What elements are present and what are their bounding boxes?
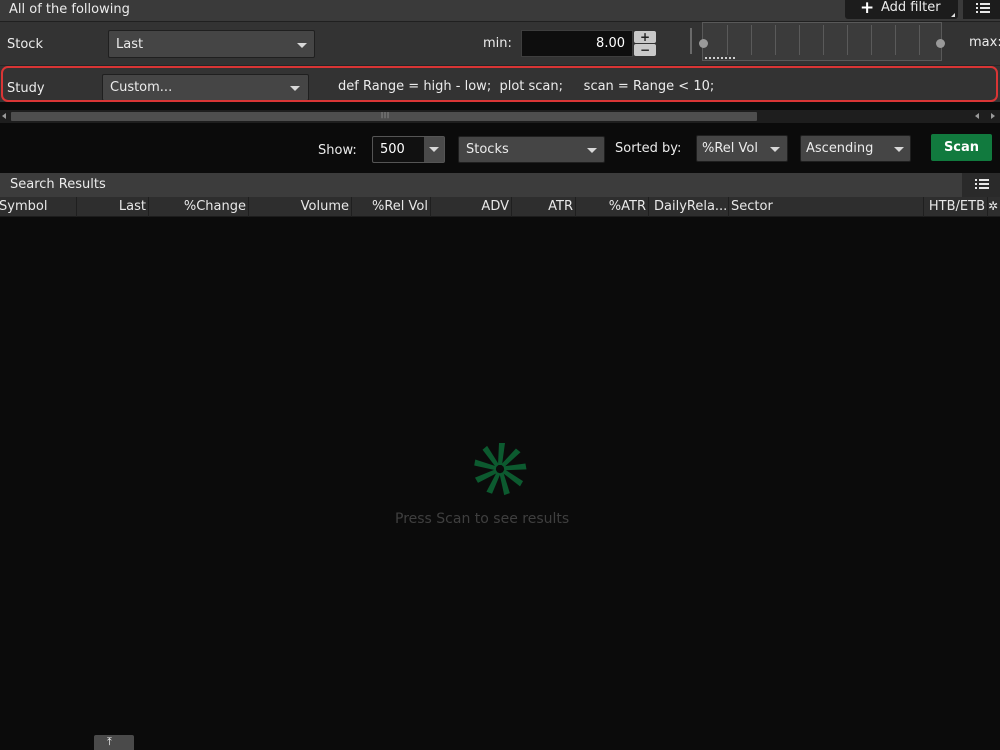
stock-filter-row: Stock Last min: 8.00 + − max: — [0, 22, 1000, 66]
column-header-adv[interactable]: ADV — [431, 197, 512, 217]
show-count-dropdown-button[interactable] — [424, 137, 444, 162]
filter-menu-button[interactable] — [963, 0, 1000, 19]
menu-icon — [975, 179, 989, 190]
sort-order-value: Ascending — [806, 141, 874, 156]
horizontal-scrollbar[interactable]: ||| — [0, 110, 1000, 123]
chevron-down-icon — [429, 147, 439, 152]
menu-icon — [976, 3, 990, 14]
sort-field-dropdown[interactable]: %Rel Vol — [696, 135, 788, 162]
scroll-right-arrow-icon[interactable] — [991, 113, 995, 119]
show-label: Show: — [318, 143, 357, 158]
minus-icon: − — [639, 43, 651, 57]
empty-results-message: Press Scan to see results — [395, 511, 570, 527]
min-label: min: — [483, 36, 512, 51]
column-header-volume[interactable]: Volume — [249, 197, 352, 217]
column-header-rel-vol[interactable]: %Rel Vol — [352, 197, 431, 217]
min-slider-handle[interactable] — [699, 39, 708, 48]
chevron-down-icon — [587, 148, 597, 153]
dropdown-corner-icon — [951, 13, 955, 17]
range-slider[interactable] — [688, 22, 950, 66]
range-slider-track — [702, 22, 942, 61]
search-results-header: Search Results — [0, 173, 1000, 197]
column-header-daily-rel[interactable]: DailyRela... — [652, 197, 729, 217]
max-label: max: — [969, 35, 1000, 50]
add-filter-label: Add filter — [881, 0, 941, 15]
results-column-header: Symbol Last %Change Volume %Rel Vol ADV … — [0, 197, 1000, 217]
collapse-up-icon: ⤒ — [107, 735, 112, 748]
column-header-last[interactable]: Last — [77, 197, 149, 217]
stock-field-value: Last — [116, 37, 144, 52]
show-count-select[interactable]: 500 — [372, 136, 445, 163]
scan-button[interactable]: Scan — [931, 134, 992, 161]
slider-edge-mark — [690, 28, 692, 54]
slider-selection-marker — [705, 57, 735, 59]
stock-filter-label: Stock — [7, 37, 43, 52]
search-results-title: Search Results — [10, 177, 106, 192]
column-header-sector[interactable]: Sector — [729, 197, 924, 217]
column-header-symbol[interactable]: Symbol — [0, 197, 77, 217]
loading-spinner-icon — [474, 443, 527, 496]
add-filter-button[interactable]: + Add filter — [845, 0, 958, 19]
show-count-value: 500 — [380, 142, 405, 157]
sort-field-value: %Rel Vol — [702, 141, 758, 156]
min-value: 8.00 — [596, 36, 625, 51]
stock-field-dropdown[interactable]: Last — [108, 30, 315, 58]
study-row-highlight — [1, 66, 998, 102]
column-header-htb-etb[interactable]: HTB/ETB — [924, 197, 988, 217]
results-menu-button[interactable] — [962, 173, 1000, 197]
min-value-input[interactable]: 8.00 — [521, 30, 633, 57]
scrollbar-grip-icon: ||| — [381, 112, 391, 119]
scroll-left-arrow-icon[interactable] — [975, 113, 979, 119]
increment-button[interactable]: + — [634, 31, 656, 43]
scroll-left-arrow-icon[interactable] — [2, 113, 6, 119]
chevron-down-icon — [770, 147, 780, 152]
scan-controls: Show: 500 Stocks Sorted by: %Rel Vol Asc… — [0, 124, 1000, 172]
filter-header: All of the following + Add filter — [0, 0, 1000, 22]
chevron-down-icon — [894, 147, 904, 152]
column-header-pct-atr[interactable]: %ATR — [576, 197, 649, 217]
collapse-panel-button[interactable]: ⤒ — [94, 735, 134, 750]
chevron-down-icon — [297, 43, 307, 48]
symbol-type-dropdown[interactable]: Stocks — [458, 136, 605, 163]
column-header-atr[interactable]: ATR — [512, 197, 576, 217]
sorted-by-label: Sorted by: — [615, 141, 682, 156]
gear-icon[interactable]: ✲ — [988, 199, 998, 213]
symbol-type-value: Stocks — [466, 142, 509, 157]
filter-group-title: All of the following — [9, 2, 130, 17]
column-header-change[interactable]: %Change — [149, 197, 249, 217]
plus-icon: + — [860, 0, 875, 18]
plus-icon: + — [639, 30, 651, 44]
sort-order-dropdown[interactable]: Ascending — [800, 135, 911, 162]
max-slider-handle[interactable] — [936, 39, 945, 48]
decrement-button[interactable]: − — [634, 44, 656, 56]
